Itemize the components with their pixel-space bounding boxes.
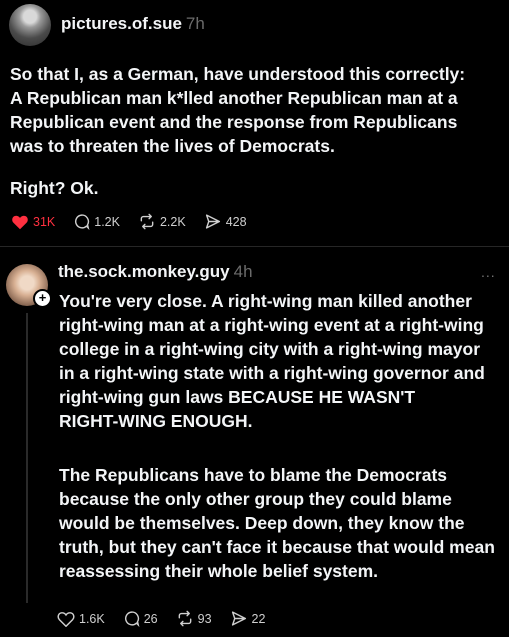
timestamp[interactable]: 7h: [186, 14, 205, 33]
reply-text-line: would be themselves. Deep down, they kno…: [59, 513, 465, 533]
send-icon: [231, 611, 246, 626]
heart-filled-icon: [12, 215, 28, 229]
reply-text-line: truth, but they can't face it because th…: [59, 537, 495, 557]
repost-icon: [178, 610, 191, 627]
comment-count: 1.2K: [94, 214, 120, 229]
repost-count: 2.2K: [159, 214, 186, 229]
post-text-line: So that I, as a German, have understood …: [10, 64, 466, 84]
comment-icon: [75, 214, 90, 230]
post-followup-text: Right? Ok.: [10, 178, 99, 198]
username[interactable]: the.sock.monkey.guy: [58, 262, 230, 281]
reply-text-line: in a right-wing state with a right-wing …: [59, 363, 485, 383]
post-text-line: Republican event and the response from R…: [10, 112, 458, 132]
post-original: pictures.of.sue 7h So that I, as a German…: [0, 0, 509, 246]
action-bar: 31K 1.2K 2.2K 428: [11, 213, 265, 230]
share-button[interactable]: 22: [230, 610, 266, 627]
post-text-line: A Republican man k*lled another Republic…: [10, 88, 458, 108]
share-button[interactable]: 428: [204, 213, 247, 230]
more-options-icon[interactable]: ...: [481, 264, 496, 280]
timestamp[interactable]: 4h: [234, 262, 253, 281]
reply-text-paragraph-2: The Republicans have to blame the Democr…: [59, 463, 495, 583]
avatar[interactable]: [9, 4, 51, 46]
share-count: 428: [225, 214, 247, 229]
send-icon: [205, 214, 220, 229]
repost-button[interactable]: 2.2K: [138, 213, 186, 230]
post-text: So that I, as a German, have understood …: [10, 62, 465, 158]
like-button[interactable]: 1.6K: [57, 611, 105, 627]
post-text-line: was to threaten the lives of Democrats.: [10, 136, 335, 156]
reply-text-line: because the only other group they could …: [59, 489, 452, 509]
action-bar: 1.6K 26 93 22: [57, 610, 283, 627]
comment-icon: [124, 611, 140, 627]
reply-text-line: You're very close. A right-wing man kill…: [59, 291, 472, 311]
comment-button[interactable]: 1.2K: [73, 213, 120, 230]
like-button[interactable]: 31K: [11, 214, 55, 230]
heart-icon: [57, 611, 75, 627]
reply-text-line: RIGHT-WING ENOUGH.: [59, 411, 253, 431]
comment-count: 26: [143, 611, 158, 626]
reply-text-line: right-wing man at a right-wing event at …: [59, 315, 484, 335]
reply-text-line: The Republicans have to blame the Democr…: [59, 465, 448, 485]
thread-line: [26, 313, 28, 603]
like-count: 31K: [33, 214, 56, 229]
repost-count: 93: [197, 611, 212, 626]
post-divider: [0, 246, 509, 247]
comment-button[interactable]: 26: [123, 610, 158, 627]
username[interactable]: pictures.of.sue: [61, 14, 182, 33]
like-count: 1.6K: [79, 611, 105, 626]
reply-text-line: college in a right-wing city with a righ…: [59, 339, 481, 359]
reply-text: You're very close. A right-wing man kill…: [59, 289, 485, 433]
plus-icon[interactable]: +: [33, 289, 52, 308]
share-count: 22: [251, 611, 266, 626]
repost-button[interactable]: 93: [176, 610, 212, 627]
reply-text-line: right-wing gun laws BECAUSE HE WASN'T: [59, 387, 416, 407]
repost-icon: [140, 213, 154, 230]
reply-text-line: reassessing their whole belief system.: [59, 561, 379, 581]
